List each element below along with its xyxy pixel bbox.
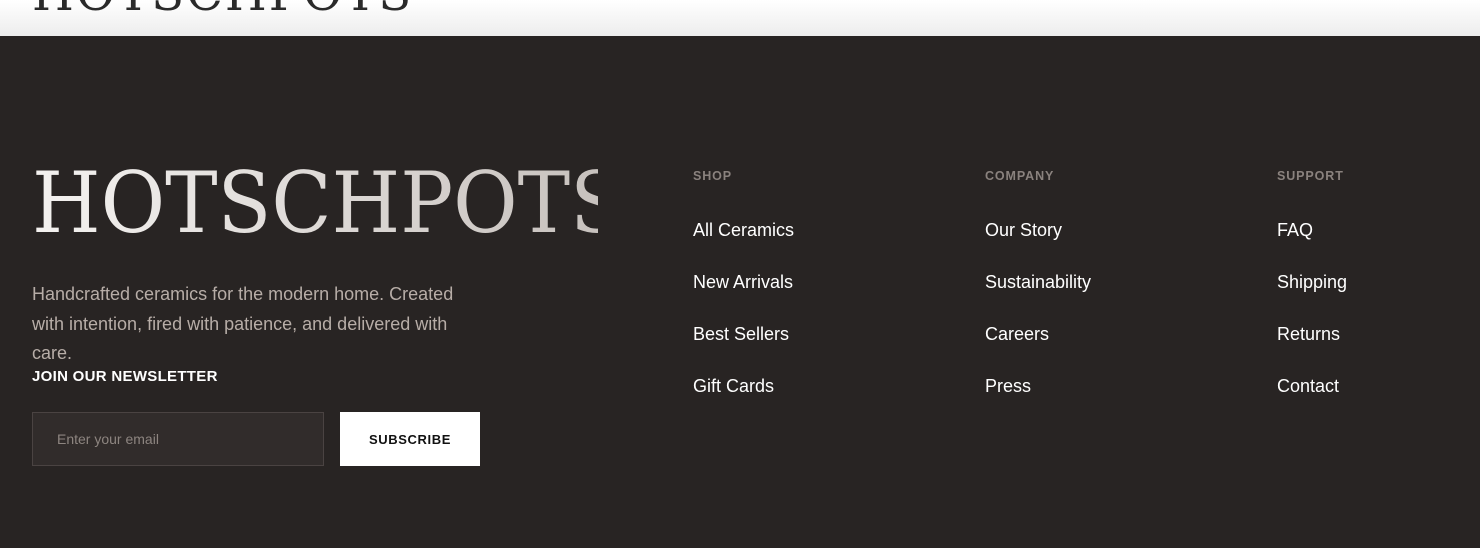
email-input[interactable] (32, 412, 324, 466)
link-press[interactable]: Press (985, 376, 1031, 396)
list-item: Contact (1277, 375, 1480, 427)
list-item: Gift Cards (693, 375, 913, 427)
company-links: Our Story Sustainability Careers Press (985, 219, 1205, 427)
list-item: Best Sellers (693, 323, 913, 375)
list-item: Press (985, 375, 1205, 427)
link-contact[interactable]: Contact (1277, 376, 1339, 396)
newsletter-heading: JOIN OUR NEWSLETTER (32, 368, 218, 385)
link-sustainability[interactable]: Sustainability (985, 272, 1091, 292)
site-footer: HOTSCHPOTS Handcrafted ceramics for the … (0, 36, 1480, 548)
footer-column-company: COMPANY Our Story Sustainability Careers… (985, 169, 1091, 396)
link-new-arrivals[interactable]: New Arrivals (693, 272, 793, 292)
link-gift-cards[interactable]: Gift Cards (693, 376, 774, 396)
link-shipping[interactable]: Shipping (1277, 272, 1347, 292)
link-all-ceramics[interactable]: All Ceramics (693, 220, 794, 240)
subscribe-button[interactable]: SUBSCRIBE (340, 412, 480, 466)
list-item: Our Story (985, 219, 1205, 271)
brand-logo[interactable]: HOTSCHPOTS (32, 156, 598, 238)
support-links: FAQ Shipping Returns Contact (1277, 219, 1480, 427)
list-item: Careers (985, 323, 1205, 375)
list-item: New Arrivals (693, 271, 913, 323)
list-item: FAQ (1277, 219, 1480, 271)
list-item: Shipping (1277, 271, 1480, 323)
link-returns[interactable]: Returns (1277, 324, 1340, 344)
column-heading-support: SUPPORT (1277, 169, 1344, 183)
link-our-story[interactable]: Our Story (985, 220, 1062, 240)
column-heading-shop: SHOP (693, 169, 733, 183)
list-item: All Ceramics (693, 219, 913, 271)
footer-column-support: SUPPORT FAQ Shipping Returns Contact (1277, 169, 1347, 396)
link-faq[interactable]: FAQ (1277, 220, 1313, 240)
brand-logo-text: HOTSCHPOTS (32, 156, 598, 238)
link-best-sellers[interactable]: Best Sellers (693, 324, 789, 344)
brand-tagline: Handcrafted ceramics for the modern home… (32, 284, 454, 363)
list-item: Returns (1277, 323, 1480, 375)
page-brand-cutoff: HOTSCHPOTS (32, 0, 413, 22)
list-item: Sustainability (985, 271, 1205, 323)
column-heading-company: COMPANY (985, 169, 1055, 183)
shop-links: All Ceramics New Arrivals Best Sellers G… (693, 219, 913, 427)
page-top-strip: HOTSCHPOTS (0, 0, 1480, 36)
footer-column-shop: SHOP All Ceramics New Arrivals Best Sell… (693, 169, 794, 396)
link-careers[interactable]: Careers (985, 324, 1049, 344)
